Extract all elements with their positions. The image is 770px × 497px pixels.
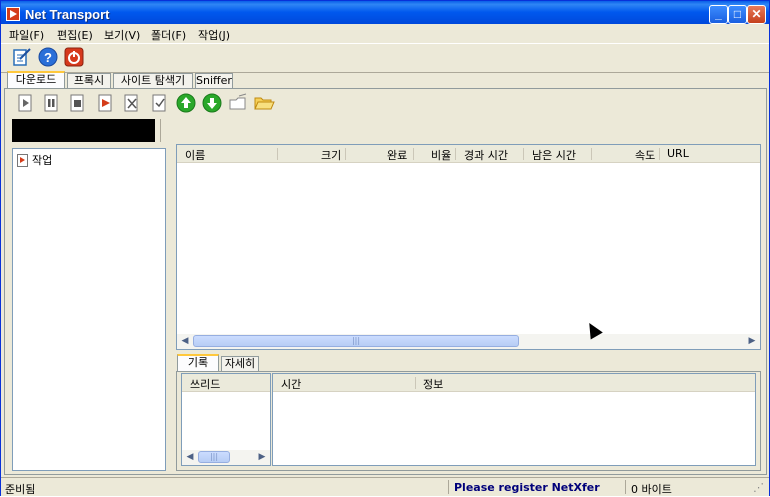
tab-download[interactable]: 다운로드: [7, 71, 65, 89]
open-file-icon[interactable]: [227, 92, 249, 114]
tab-proxy[interactable]: 프록시: [67, 73, 111, 88]
header-divider: [413, 148, 414, 160]
column-size[interactable]: 크기: [321, 147, 341, 163]
header-divider: [345, 148, 346, 160]
stop-icon[interactable]: [67, 92, 89, 114]
column-done[interactable]: 완료: [387, 147, 407, 163]
pause-icon[interactable]: [41, 92, 63, 114]
scroll-thumb[interactable]: |||: [193, 335, 519, 347]
thread-scrollbar[interactable]: ◀ ||| ▶: [182, 450, 270, 465]
column-speed[interactable]: 속도: [635, 147, 655, 163]
tree-item-label: 작업: [32, 154, 53, 167]
column-time[interactable]: 시간: [281, 376, 301, 392]
detail-tabs: 기록 자세히: [176, 354, 761, 372]
mark-complete-icon[interactable]: [149, 92, 171, 114]
thread-list-header: 쓰리드: [182, 374, 270, 392]
header-divider: [659, 148, 660, 160]
tab-log[interactable]: 기록: [177, 354, 219, 372]
download-list[interactable]: 이름 크기 완료 비율 경과 시간 남은 시간 속도 URL ◀ ||| ▶: [176, 144, 761, 350]
status-ready: 준비됨: [5, 483, 36, 496]
column-elapsed[interactable]: 경과 시간: [464, 147, 508, 163]
speed-graph: [12, 119, 155, 142]
column-thread[interactable]: 쓰리드: [190, 376, 220, 392]
download-toolbar: [9, 91, 769, 117]
scroll-right-icon[interactable]: ▶: [255, 451, 269, 464]
header-divider: [523, 148, 524, 160]
menu-view[interactable]: 보기(V): [104, 27, 140, 43]
start-icon[interactable]: [15, 92, 37, 114]
category-tree[interactable]: 작업: [12, 148, 166, 471]
status-divider: [625, 480, 626, 494]
scroll-left-icon[interactable]: ◀: [183, 451, 197, 464]
column-url[interactable]: URL: [667, 147, 689, 160]
start-all-icon[interactable]: [95, 92, 117, 114]
column-ratio[interactable]: 비율: [431, 147, 451, 163]
column-info[interactable]: 정보: [423, 376, 443, 392]
app-logo-icon: [6, 7, 20, 21]
menu-job[interactable]: 작업(J): [198, 27, 230, 43]
main-toolbar: ?: [1, 43, 769, 73]
thread-list[interactable]: 쓰리드 ◀ ||| ▶: [181, 373, 271, 466]
maximize-button[interactable]: □: [728, 5, 747, 24]
move-down-icon[interactable]: [201, 92, 223, 114]
open-folder-icon[interactable]: [253, 92, 275, 114]
horizontal-scrollbar[interactable]: ◀ ||| ▶: [177, 334, 760, 349]
resize-grip-icon[interactable]: ⋰: [753, 481, 764, 494]
close-button[interactable]: ✕: [747, 5, 766, 24]
tab-sniffer[interactable]: Sniffer: [195, 73, 233, 88]
window-title: Net Transport: [25, 7, 110, 22]
help-icon[interactable]: ?: [37, 46, 59, 68]
register-notice[interactable]: Please register NetXfer: [454, 481, 600, 494]
list-header: 이름 크기 완료 비율 경과 시간 남은 시간 속도 URL: [177, 145, 760, 163]
minimize-button[interactable]: _: [709, 5, 728, 24]
scroll-right-icon[interactable]: ▶: [745, 335, 759, 348]
column-name[interactable]: 이름: [185, 147, 205, 163]
new-download-icon[interactable]: [11, 46, 33, 68]
status-divider: [448, 480, 449, 494]
status-bytes: 0 바이트: [631, 483, 672, 496]
move-up-icon[interactable]: [175, 92, 197, 114]
scroll-thumb[interactable]: |||: [198, 451, 230, 463]
log-list[interactable]: 시간 정보: [272, 373, 756, 466]
delete-icon[interactable]: [121, 92, 143, 114]
scroll-left-icon[interactable]: ◀: [178, 335, 192, 348]
job-icon: [17, 153, 28, 167]
header-divider: [455, 148, 456, 160]
column-remaining[interactable]: 남은 시간: [532, 147, 576, 163]
tree-item-jobs[interactable]: 작업: [17, 152, 52, 168]
header-divider: [591, 148, 592, 160]
app-window: Net Transport _ □ ✕ 파일(F) 편집(E) 보기(V) 폴더…: [0, 0, 770, 496]
tab-site-explorer[interactable]: 사이트 탐색기: [113, 73, 193, 88]
main-tabs: 다운로드 프록시 사이트 탐색기 Sniffer: [1, 71, 769, 89]
tab-details[interactable]: 자세히: [221, 356, 259, 371]
menu-edit[interactable]: 편집(E): [57, 27, 93, 43]
menu-file[interactable]: 파일(F): [9, 27, 44, 43]
header-divider: [277, 148, 278, 160]
exit-power-icon[interactable]: [63, 46, 85, 68]
log-list-header: 시간 정보: [273, 374, 755, 392]
header-divider: [415, 377, 416, 389]
menu-bar: 파일(F) 편집(E) 보기(V) 폴더(F) 작업(J): [1, 24, 769, 43]
status-bar: 준비됨 Please register NetXfer 0 바이트 ⋰: [1, 477, 769, 496]
menu-folder[interactable]: 폴더(F): [151, 27, 186, 43]
svg-text:?: ?: [44, 50, 52, 65]
toolbar-separator: [160, 119, 161, 142]
